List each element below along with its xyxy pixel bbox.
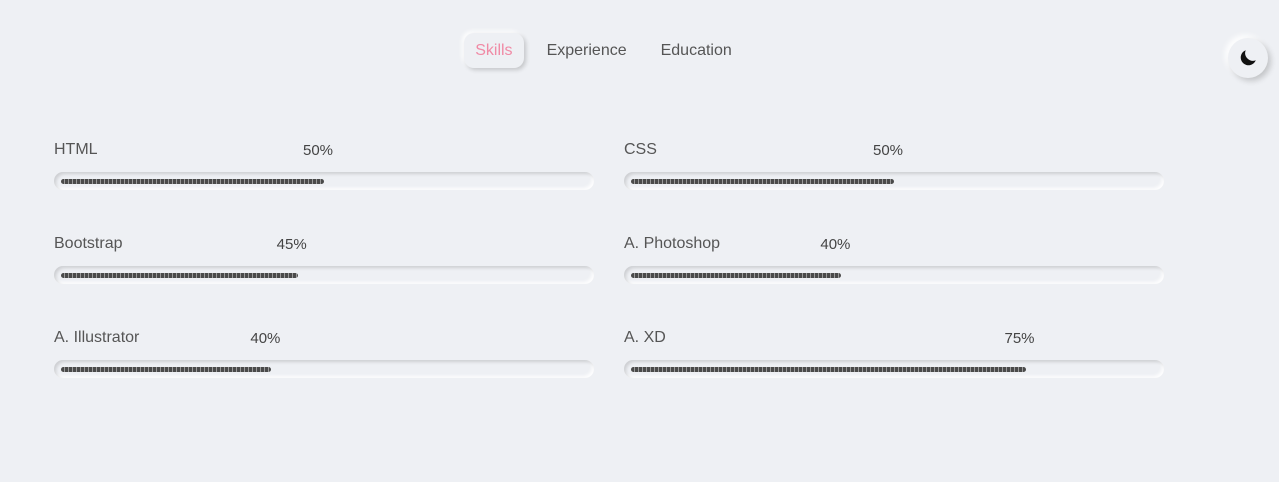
skill-progress-track [624, 360, 1164, 378]
theme-toggle-button[interactable] [1228, 38, 1268, 78]
skill-progress-track [54, 172, 594, 190]
skill-progress-track [54, 360, 594, 378]
tab-skills[interactable]: Skills [464, 33, 524, 68]
skill-name: A. XD [624, 329, 666, 346]
moon-icon [1240, 50, 1256, 66]
skill-progress-track [624, 172, 1164, 190]
skill-progress-track [624, 266, 1164, 284]
skill-css: CSS 50% [624, 139, 1164, 190]
skill-name: HTML [54, 141, 98, 158]
skill-percent: 45% [276, 236, 307, 253]
skill-progress-fill [61, 273, 298, 278]
skill-name: A. Illustrator [54, 329, 140, 346]
skill-percent: 50% [302, 142, 334, 159]
skill-progress-fill [631, 273, 842, 278]
skill-name: Bootstrap [54, 235, 123, 252]
skill-percent: 40% [820, 236, 851, 253]
section-tabs: Skills Experience Education [0, 33, 1207, 68]
skill-percent: 50% [872, 142, 904, 159]
tab-experience[interactable]: Experience [536, 33, 638, 68]
skill-name: CSS [624, 141, 657, 158]
skill-progress-fill [61, 367, 272, 372]
skill-name: A. Photoshop [624, 235, 721, 252]
skill-xd: A. XD 75% [624, 327, 1164, 378]
tab-education[interactable]: Education [650, 33, 743, 68]
skills-list: HTML 50% CSS 50% Bootstrap 45% A. Photos… [54, 139, 1164, 378]
skill-html: HTML 50% [54, 139, 594, 190]
skill-photoshop: A. Photoshop 40% [624, 233, 1164, 284]
skill-percent: 40% [250, 330, 281, 347]
skill-progress-track [54, 266, 594, 284]
skill-progress-fill [631, 179, 894, 184]
skill-progress-fill [61, 179, 324, 184]
page: Skills Experience Education HTML 50% CSS… [0, 0, 1279, 482]
skill-progress-fill [631, 367, 1026, 372]
skill-illustrator: A. Illustrator 40% [54, 327, 594, 378]
skill-percent: 75% [1004, 330, 1035, 347]
skill-bootstrap: Bootstrap 45% [54, 233, 594, 284]
